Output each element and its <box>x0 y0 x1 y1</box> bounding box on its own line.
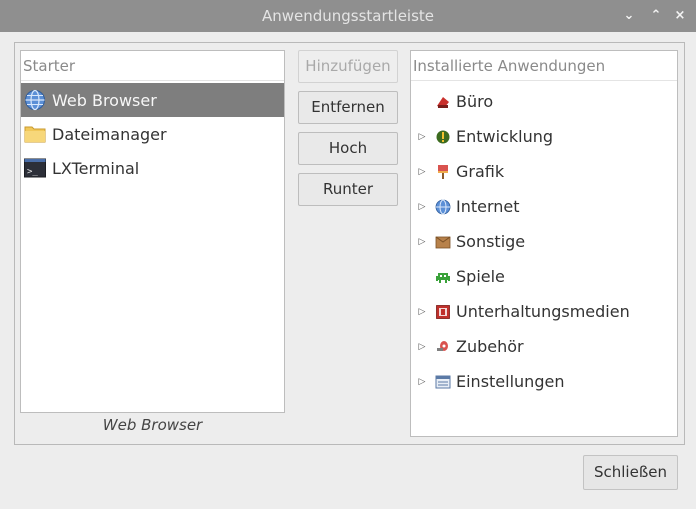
accessories-icon <box>434 338 451 355</box>
category-sonstige[interactable]: ▷ Sonstige <box>411 224 677 259</box>
category-label: Sonstige <box>456 232 526 251</box>
move-down-button[interactable]: Runter <box>298 173 398 206</box>
category-spiele[interactable]: Spiele <box>411 259 677 294</box>
starter-item-lxterminal[interactable]: >_ LXTerminal <box>21 151 284 185</box>
remove-button[interactable]: Entfernen <box>298 91 398 124</box>
installed-apps-tree[interactable]: Installierte Anwendungen Büro ▷ Entwickl… <box>410 50 678 437</box>
settings-icon <box>434 373 451 390</box>
category-einstellungen[interactable]: ▷ Einstellungen <box>411 364 677 399</box>
expand-arrow-icon[interactable]: ▷ <box>415 377 429 387</box>
category-entwicklung[interactable]: ▷ Entwicklung <box>411 119 677 154</box>
globe-icon <box>24 89 46 111</box>
graphics-icon <box>434 163 451 180</box>
games-icon <box>434 268 451 285</box>
starter-list[interactable]: Starter Web Browser Dateimanager >_ LXTe… <box>20 50 285 413</box>
svg-text:>_: >_ <box>27 167 38 177</box>
development-icon <box>434 128 451 145</box>
multimedia-icon <box>434 303 451 320</box>
category-label: Einstellungen <box>456 372 565 391</box>
expand-arrow-icon[interactable]: ▷ <box>415 202 429 212</box>
selected-starter-caption: Web Browser <box>102 416 203 434</box>
category-label: Internet <box>456 197 520 216</box>
starter-item-label: Web Browser <box>52 90 157 110</box>
title-bar[interactable]: Anwendungsstartleiste ⌄ ⌃ × <box>0 0 696 32</box>
category-label: Grafik <box>456 162 505 181</box>
category-zubehoer[interactable]: ▷ Zubehör <box>411 329 677 364</box>
starter-item-label: Dateimanager <box>52 124 167 144</box>
move-up-button[interactable]: Hoch <box>298 132 398 165</box>
category-label: Entwicklung <box>456 127 553 146</box>
expand-arrow-icon[interactable]: ▷ <box>415 132 429 142</box>
maximize-icon[interactable]: ⌃ <box>645 0 667 32</box>
window-title: Anwendungsstartleiste <box>261 7 435 25</box>
expand-arrow-icon[interactable]: ▷ <box>415 342 429 352</box>
close-icon[interactable]: × <box>669 0 691 32</box>
category-label: Büro <box>456 92 494 111</box>
terminal-icon: >_ <box>24 157 46 179</box>
expand-arrow-icon[interactable]: ▷ <box>415 167 429 177</box>
starter-column-header[interactable]: Starter <box>21 51 284 81</box>
category-buero[interactable]: Büro <box>411 84 677 119</box>
internet-icon <box>434 198 451 215</box>
category-label: Zubehör <box>456 337 524 356</box>
other-icon <box>434 233 451 250</box>
category-label: Spiele <box>456 267 505 286</box>
expand-arrow-icon[interactable]: ▷ <box>415 307 429 317</box>
office-icon <box>434 93 451 110</box>
expand-arrow-icon[interactable]: ▷ <box>415 237 429 247</box>
starter-item-label: LXTerminal <box>52 158 140 178</box>
category-internet[interactable]: ▷ Internet <box>411 189 677 224</box>
close-button[interactable]: Schließen <box>583 455 678 490</box>
category-unterhaltungsmedien[interactable]: ▷ Unterhaltungsmedien <box>411 294 677 329</box>
folder-icon <box>24 123 46 145</box>
starter-item-web-browser[interactable]: Web Browser <box>21 83 284 117</box>
category-label: Unterhaltungsmedien <box>456 302 630 321</box>
starter-item-dateimanager[interactable]: Dateimanager <box>21 117 284 151</box>
minimize-icon[interactable]: ⌄ <box>618 0 640 32</box>
installed-column-header[interactable]: Installierte Anwendungen <box>411 51 677 81</box>
category-grafik[interactable]: ▷ Grafik <box>411 154 677 189</box>
add-button[interactable]: Hinzufügen <box>298 50 398 83</box>
